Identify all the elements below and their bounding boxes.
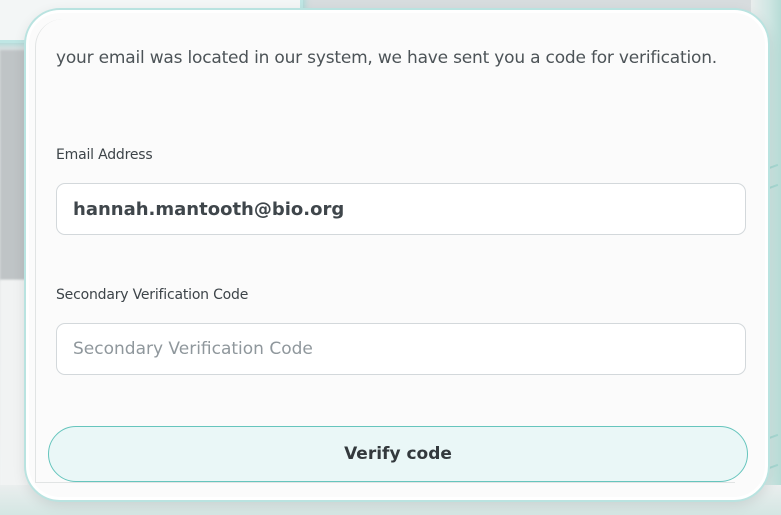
verification-form: your email was located in our system, we… [35,19,748,483]
verification-card: your email was located in our system, we… [26,10,768,500]
verification-code-label: Secondary Verification Code [56,287,249,303]
verification-intro-text: your email was located in our system, we… [56,48,717,68]
email-field[interactable] [56,183,746,235]
background-panel-left-lower [0,280,28,515]
verify-code-button[interactable]: Verify code [48,426,748,482]
verification-code-input[interactable] [56,323,746,375]
email-label: Email Address [56,147,153,163]
